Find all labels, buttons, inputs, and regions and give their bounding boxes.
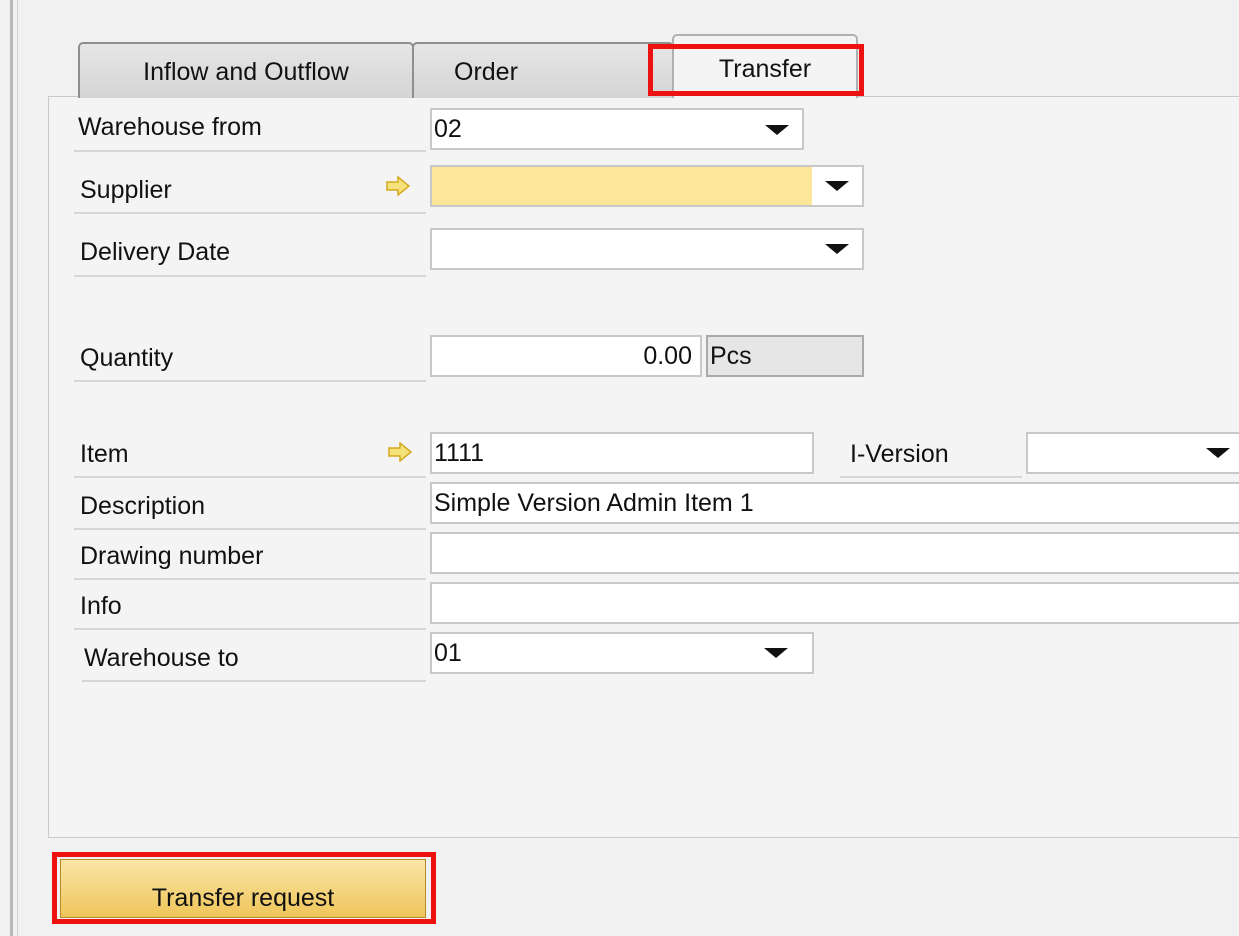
label-underline <box>74 578 426 580</box>
label-underline <box>74 212 426 214</box>
transfer-window: Inflow and Outflow Order Transfer Wareho… <box>0 0 1239 936</box>
tab-inflow-and-outflow[interactable]: Inflow and Outflow <box>78 42 414 98</box>
left-border <box>10 0 13 936</box>
tab-order[interactable]: Order <box>412 42 674 98</box>
delivery-date-label: Delivery Date <box>80 238 231 266</box>
chevron-down-icon[interactable] <box>825 244 849 254</box>
info-label: Info <box>80 592 122 620</box>
quantity-label: Quantity <box>80 344 174 372</box>
item-field[interactable]: 1111 <box>430 432 814 474</box>
chevron-down-icon[interactable] <box>764 648 788 658</box>
quantity-field[interactable]: 0.00 <box>430 335 702 377</box>
label-underline <box>82 680 426 682</box>
description-field[interactable]: Simple Version Admin Item 1 <box>430 482 1239 524</box>
chevron-down-icon[interactable] <box>765 125 789 135</box>
chevron-down-icon[interactable] <box>825 181 849 191</box>
transfer-request-button[interactable]: Transfer request <box>60 859 426 918</box>
label-underline <box>74 476 426 478</box>
label-underline <box>74 628 426 630</box>
label-underline <box>74 528 426 530</box>
quantity-unit: Pcs <box>706 335 864 377</box>
label-underline <box>74 380 426 382</box>
description-label: Description <box>80 492 206 520</box>
transfer-request-label: Transfer request <box>151 883 335 912</box>
label-underline <box>74 275 426 277</box>
i-version-label: I-Version <box>850 440 949 468</box>
warehouse-from-label: Warehouse from <box>78 113 262 141</box>
label-underline <box>74 150 426 152</box>
warehouse-to-label: Warehouse to <box>84 644 239 672</box>
info-field[interactable] <box>430 582 1239 624</box>
chevron-down-icon[interactable] <box>1206 448 1230 458</box>
warehouse-from-field[interactable]: 02 <box>430 108 804 150</box>
tab-transfer[interactable]: Transfer <box>672 34 858 98</box>
link-arrow-icon[interactable] <box>386 176 410 196</box>
left-border-inner <box>17 0 18 936</box>
label-underline <box>840 476 1022 478</box>
drawing-number-label: Drawing number <box>80 542 264 570</box>
warehouse-to-field[interactable]: 01 <box>430 632 814 674</box>
drawing-number-field[interactable] <box>430 532 1239 574</box>
delivery-date-field[interactable] <box>430 228 864 270</box>
supplier-label: Supplier <box>80 176 172 204</box>
item-label: Item <box>80 440 129 468</box>
link-arrow-icon[interactable] <box>388 442 412 462</box>
supplier-field[interactable] <box>430 165 864 207</box>
